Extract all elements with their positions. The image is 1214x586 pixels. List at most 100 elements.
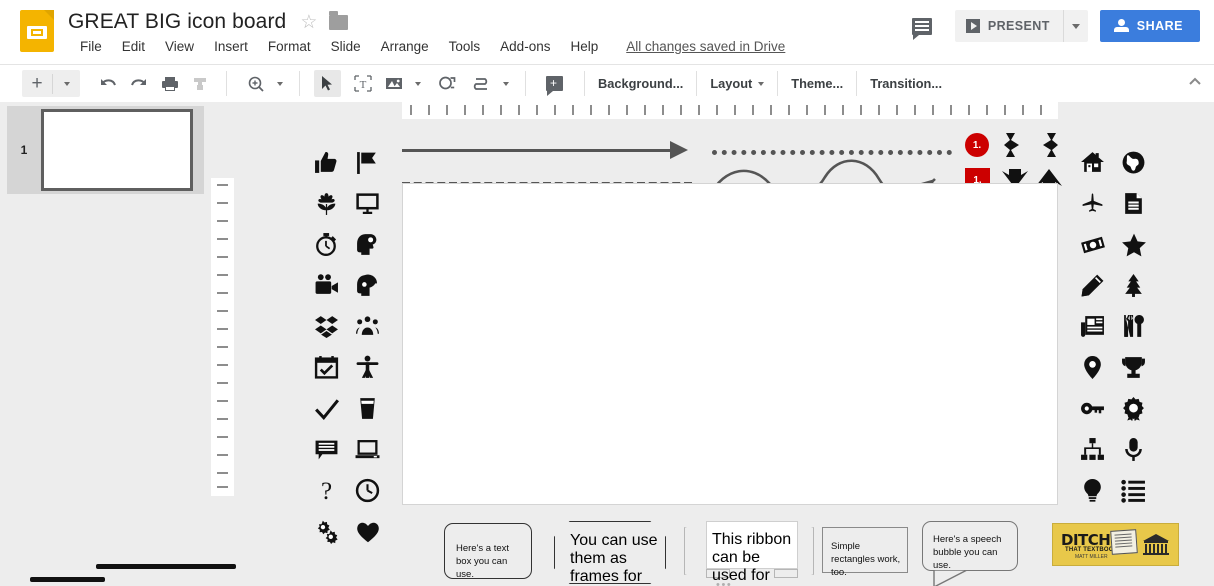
share-button[interactable]: SHARE <box>1100 10 1200 42</box>
menu-format[interactable]: Format <box>258 37 321 56</box>
bottom-horizontal-scrollbar[interactable] <box>96 564 236 569</box>
save-status-link[interactable]: All changes saved in Drive <box>626 39 785 54</box>
newspaper-icon[interactable] <box>1072 306 1113 347</box>
clock-icon[interactable] <box>347 470 388 511</box>
ruler-tick <box>932 105 934 115</box>
speech-bubble-tail <box>933 570 969 586</box>
line-button[interactable] <box>468 70 495 97</box>
octagon-frame[interactable]: You can use them as frames for organizat… <box>554 521 664 582</box>
menu-slide[interactable]: Slide <box>321 37 371 56</box>
home-icon[interactable] <box>1072 142 1113 183</box>
menu-tools[interactable]: Tools <box>439 37 491 56</box>
drink-cup-icon[interactable] <box>347 388 388 429</box>
group-people-icon[interactable] <box>347 306 388 347</box>
redo-button[interactable] <box>125 70 152 97</box>
new-slide-dropdown[interactable] <box>53 70 80 97</box>
airplane-icon[interactable] <box>1072 183 1113 224</box>
ruler-tick <box>680 105 682 115</box>
dropbox-icon[interactable] <box>306 306 347 347</box>
text-box-button[interactable]: T <box>349 70 376 97</box>
speech-lines-icon[interactable] <box>306 429 347 470</box>
menu-arrange[interactable]: Arrange <box>371 37 439 56</box>
arrow-left-icon[interactable] <box>1036 131 1060 159</box>
star-icon[interactable] <box>1113 224 1154 265</box>
layout-button[interactable]: Layout <box>697 76 777 91</box>
rounded-text-box[interactable]: Here's a text box you can use. <box>444 523 532 579</box>
menu-file[interactable]: File <box>70 37 112 56</box>
red-circle-badge[interactable]: 1. <box>965 133 989 157</box>
slide-editing-surface[interactable] <box>402 183 1058 505</box>
globe-icon[interactable] <box>1113 142 1154 183</box>
transition-button[interactable]: Transition... <box>857 76 955 91</box>
speech-bubble[interactable]: Here's a speech bubble you can use. <box>922 521 1018 571</box>
pencil-icon[interactable] <box>1072 265 1113 306</box>
plain-rectangle[interactable]: Simple rectangles work, too. <box>822 527 908 573</box>
pine-tree-icon[interactable] <box>1113 265 1154 306</box>
calendar-check-icon[interactable] <box>306 347 347 388</box>
menu-edit[interactable]: Edit <box>112 37 155 56</box>
lightbulb-icon[interactable] <box>1072 470 1113 511</box>
add-comment-button[interactable]: + <box>541 70 568 97</box>
menu-insert[interactable]: Insert <box>204 37 258 56</box>
head-gear-icon[interactable] <box>347 224 388 265</box>
print-button[interactable] <box>156 70 183 97</box>
insert-image-dropdown[interactable] <box>411 70 425 97</box>
theme-button[interactable]: Theme... <box>778 76 856 91</box>
bullet-list-icon[interactable] <box>1113 470 1154 511</box>
slide-canvas-area[interactable]: 1. 1. <box>234 119 1214 586</box>
arrow-right-icon[interactable] <box>1002 131 1026 159</box>
trophy-icon[interactable] <box>1113 347 1154 388</box>
menu-add-ons[interactable]: Add-ons <box>490 37 560 56</box>
filmstrip-slide-1[interactable]: 1 <box>7 106 204 194</box>
map-pin-icon[interactable] <box>1072 347 1113 388</box>
solid-arrow-line[interactable] <box>402 149 672 152</box>
dotted-line[interactable] <box>712 150 952 155</box>
zoom-dropdown[interactable] <box>273 70 287 97</box>
monitor-icon[interactable] <box>347 183 388 224</box>
key-icon[interactable] <box>1072 388 1113 429</box>
ruler-tick <box>590 105 592 115</box>
select-tool-button[interactable] <box>314 70 341 97</box>
microphone-icon[interactable] <box>1113 429 1154 470</box>
paint-format-button[interactable] <box>187 70 214 97</box>
tools-icon[interactable] <box>1113 306 1154 347</box>
undo-button[interactable] <box>94 70 121 97</box>
laptop-icon[interactable] <box>347 429 388 470</box>
ribbon-banner[interactable]: This ribbon can be used for text, too. <box>684 521 814 583</box>
background-button[interactable]: Background... <box>585 76 696 91</box>
flower-icon[interactable] <box>306 183 347 224</box>
award-ribbon-icon[interactable] <box>1113 388 1154 429</box>
chevron-up-icon[interactable] <box>1188 74 1202 89</box>
heart-icon[interactable] <box>347 511 388 552</box>
folder-icon[interactable] <box>329 15 348 30</box>
present-button[interactable]: PRESENT <box>955 10 1063 42</box>
menu-help[interactable]: Help <box>560 37 608 56</box>
thumbs-up-icon[interactable] <box>306 142 347 183</box>
new-slide-button[interactable]: + <box>22 70 52 97</box>
present-dropdown-button[interactable] <box>1063 10 1088 42</box>
slide-thumbnail[interactable] <box>41 109 193 191</box>
canvas-resize-handle[interactable]: ••• <box>716 579 732 586</box>
stopwatch-icon[interactable] <box>306 224 347 265</box>
ditch-that-textbook-logo[interactable]: DITCH THAT TEXTBOOK MATT MILLER <box>1052 523 1179 566</box>
accessibility-person-icon[interactable] <box>347 347 388 388</box>
line-dropdown[interactable] <box>499 70 513 97</box>
gears-icon[interactable] <box>306 511 347 552</box>
flag-icon[interactable] <box>347 142 388 183</box>
checkmark-icon[interactable] <box>306 388 347 429</box>
star-outline-icon[interactable]: ☆ <box>300 13 317 32</box>
shape-button[interactable] <box>433 70 460 97</box>
comment-icon[interactable] <box>905 9 939 43</box>
money-icon[interactable] <box>1072 224 1113 265</box>
menu-view[interactable]: View <box>155 37 204 56</box>
head-headphones-icon[interactable] <box>347 265 388 306</box>
zoom-button[interactable] <box>242 70 269 97</box>
video-camera-icon[interactable] <box>306 265 347 306</box>
slide-filmstrip[interactable]: 1 <box>0 102 212 586</box>
question-mark-icon[interactable]: ? <box>306 470 347 511</box>
insert-image-button[interactable] <box>380 70 407 97</box>
org-chart-icon[interactable] <box>1072 429 1113 470</box>
page-title[interactable]: GREAT BIG icon board <box>68 10 286 34</box>
document-icon[interactable] <box>1113 183 1154 224</box>
filmstrip-horizontal-scrollbar[interactable] <box>30 577 105 582</box>
